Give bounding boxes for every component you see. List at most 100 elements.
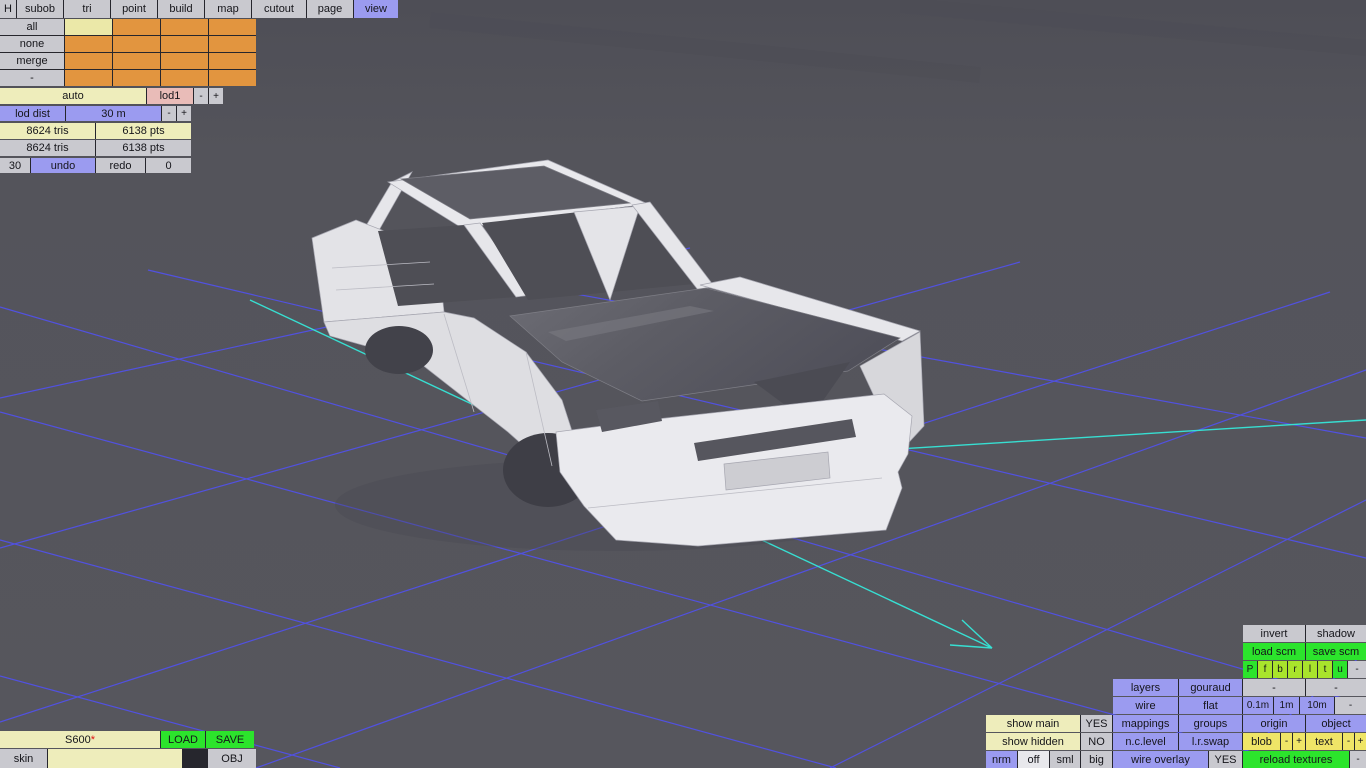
layer-cell[interactable] <box>161 36 208 52</box>
shadow-button[interactable]: shadow <box>1306 625 1366 642</box>
layer-cell[interactable] <box>113 70 160 86</box>
show-main-value[interactable]: YES <box>1081 715 1112 732</box>
select-merge-button[interactable]: merge <box>0 53 64 69</box>
lod-level-button[interactable]: lod1 <box>147 88 193 104</box>
layer-cell[interactable] <box>113 36 160 52</box>
tab-cutout[interactable]: cutout <box>252 0 306 18</box>
mappings-button[interactable]: mappings <box>1113 715 1178 732</box>
show-main-button[interactable]: show main <box>986 715 1080 732</box>
redo-button[interactable]: redo <box>96 158 145 173</box>
slot1-button[interactable]: - <box>1243 679 1305 696</box>
gouraud-button[interactable]: gouraud <box>1179 679 1242 696</box>
face-toggle-b[interactable]: b <box>1273 661 1287 678</box>
grid-1m-button[interactable]: 1m <box>1274 697 1299 714</box>
select-all-button[interactable]: all <box>0 19 64 35</box>
text-button[interactable]: text <box>1306 733 1342 750</box>
layer-cell[interactable] <box>209 70 256 86</box>
lod-minus-button[interactable]: - <box>194 88 208 104</box>
tris-count-1: 8624 tris <box>0 123 95 139</box>
lod-dist-row: lod dist 30 m - + <box>0 106 191 121</box>
skin-button[interactable]: skin <box>0 749 47 768</box>
object-button[interactable]: object <box>1306 715 1366 732</box>
load-button[interactable]: LOAD <box>161 731 205 748</box>
tab-point[interactable]: point <box>111 0 157 18</box>
nrm-sml-button[interactable]: sml <box>1050 751 1080 768</box>
skin-row: skin OBJ <box>0 749 256 768</box>
tab-tri[interactable]: tri <box>64 0 110 18</box>
tab-build[interactable]: build <box>158 0 204 18</box>
tab-view[interactable]: view <box>354 0 398 18</box>
grid-01m-button[interactable]: 0.1m <box>1243 697 1273 714</box>
load-scm-button[interactable]: load scm <box>1243 643 1305 660</box>
wire-overlay-button[interactable]: wire overlay <box>1113 751 1208 768</box>
layer-cell[interactable] <box>65 36 112 52</box>
face-toggle-p[interactable]: P <box>1243 661 1257 678</box>
viewport-3d[interactable] <box>0 0 1366 768</box>
groups-button[interactable]: groups <box>1179 715 1242 732</box>
show-hidden-button[interactable]: show hidden <box>986 733 1080 750</box>
layer-cell[interactable] <box>113 19 160 35</box>
nrm-big-button[interactable]: big <box>1081 751 1112 768</box>
layers-button[interactable]: layers <box>1113 679 1178 696</box>
lr-swap-button[interactable]: l.r.swap <box>1179 733 1242 750</box>
select-dash-button[interactable]: - <box>0 70 64 86</box>
layer-cell[interactable] <box>209 53 256 69</box>
blob-plus-button[interactable]: + <box>1293 733 1305 750</box>
show-hidden-value[interactable]: NO <box>1081 733 1112 750</box>
face-toggle-t[interactable]: t <box>1318 661 1332 678</box>
pts-count-1: 6138 pts <box>96 123 191 139</box>
wire-overlay-value[interactable]: YES <box>1209 751 1242 768</box>
tab-page[interactable]: page <box>307 0 353 18</box>
model-name-field[interactable]: S600 * <box>0 731 160 748</box>
face-toggle-u[interactable]: u <box>1333 661 1347 678</box>
skin-name-field[interactable] <box>48 749 182 768</box>
selection-panel: all none merge - <box>0 19 256 86</box>
blob-minus-button[interactable]: - <box>1281 733 1292 750</box>
nc-level-button[interactable]: n.c.level <box>1113 733 1178 750</box>
layer-cell[interactable] <box>65 53 112 69</box>
slot2-button[interactable]: - <box>1306 679 1366 696</box>
nrm-off-button[interactable]: off <box>1018 751 1049 768</box>
face-toggle-dash[interactable]: - <box>1348 661 1366 678</box>
blob-button[interactable]: blob <box>1243 733 1280 750</box>
save-button[interactable]: SAVE <box>206 731 254 748</box>
flat-button[interactable]: flat <box>1179 697 1242 714</box>
grid-10m-button[interactable]: 10m <box>1300 697 1334 714</box>
layer-cell[interactable] <box>209 36 256 52</box>
lod-dist-value[interactable]: 30 m <box>66 106 161 121</box>
reload-dash-button[interactable]: - <box>1350 751 1366 768</box>
layer-cell[interactable] <box>161 70 208 86</box>
wire-button[interactable]: wire <box>1113 697 1178 714</box>
save-scm-button[interactable]: save scm <box>1306 643 1366 660</box>
tab-subob[interactable]: subob <box>17 0 63 18</box>
lod-dist-minus-button[interactable]: - <box>162 106 176 121</box>
layer-cell[interactable] <box>65 70 112 86</box>
history-row: 30 undo redo 0 <box>0 158 191 173</box>
layer-cell[interactable] <box>65 19 112 35</box>
face-toggle-f[interactable]: f <box>1258 661 1272 678</box>
face-toggle-r[interactable]: r <box>1288 661 1302 678</box>
scm-row: load scm save scm <box>1243 643 1366 660</box>
text-minus-button[interactable]: - <box>1343 733 1354 750</box>
app-window: H subob tri point build map cutout page … <box>0 0 1366 768</box>
lod-plus-button[interactable]: + <box>209 88 223 104</box>
lod-dist-plus-button[interactable]: + <box>177 106 191 121</box>
layer-cell[interactable] <box>113 53 160 69</box>
tab-map[interactable]: map <box>205 0 251 18</box>
tab-h[interactable]: H <box>0 0 16 18</box>
layer-cell[interactable] <box>209 19 256 35</box>
nrm-button[interactable]: nrm <box>986 751 1017 768</box>
select-none-button[interactable]: none <box>0 36 64 52</box>
layer-cell[interactable] <box>161 53 208 69</box>
layer-cell[interactable] <box>161 19 208 35</box>
show-main-row: show main YES mappings groups origin obj… <box>986 715 1366 732</box>
obj-button[interactable]: OBJ <box>208 749 256 768</box>
invert-button[interactable]: invert <box>1243 625 1305 642</box>
grid-dash-button[interactable]: - <box>1335 697 1366 714</box>
face-toggle-l[interactable]: l <box>1303 661 1317 678</box>
undo-button[interactable]: undo <box>31 158 95 173</box>
lod-auto-button[interactable]: auto <box>0 88 146 104</box>
text-plus-button[interactable]: + <box>1355 733 1366 750</box>
origin-button[interactable]: origin <box>1243 715 1305 732</box>
reload-textures-button[interactable]: reload textures <box>1243 751 1349 768</box>
